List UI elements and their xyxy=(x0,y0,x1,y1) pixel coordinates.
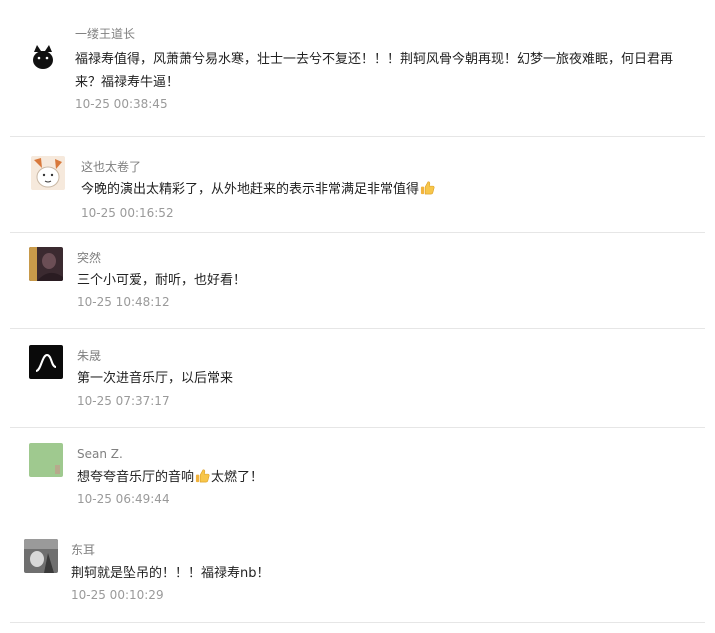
comment-time: 10-25 00:38:45 xyxy=(75,97,168,111)
comment-text-after: 太燃了！ xyxy=(211,470,264,485)
comment-username[interactable]: 突然 xyxy=(77,250,101,266)
comment-divider xyxy=(10,427,705,428)
comment-time: 10-25 06:49:44 xyxy=(77,492,170,506)
comment-username[interactable]: 东耳 xyxy=(71,542,95,558)
grey-photo-icon xyxy=(24,539,58,573)
user-avatar[interactable] xyxy=(31,156,65,190)
black-cat-icon xyxy=(26,40,60,74)
user-avatar[interactable] xyxy=(29,443,63,477)
user-avatar[interactable] xyxy=(29,345,63,379)
user-avatar[interactable] xyxy=(29,247,63,281)
thumbs-up-emoji xyxy=(420,181,435,195)
comment-content: 今晚的演出太精彩了，从外地赶来的表示非常满足非常值得 xyxy=(81,178,691,201)
comment-content: 第一次进音乐厅，以后常来 xyxy=(77,371,234,386)
comment-username[interactable]: 朱晟 xyxy=(77,348,101,364)
comment-time: 10-25 00:10:29 xyxy=(71,588,164,602)
comment-text: 今晚的演出太精彩了，从外地赶来的表示非常满足非常值得 xyxy=(81,182,420,197)
comment-content: 福禄寿值得，风萧萧兮易水寒，壮士一去兮不复还！！！荆轲风骨今朝再现！幻梦一旅夜难… xyxy=(75,52,674,90)
comment-username[interactable]: 这也太卷了 xyxy=(81,159,141,175)
comment-username[interactable]: 一缕王道长 xyxy=(75,26,135,42)
dark-portrait-icon xyxy=(29,247,63,281)
comment-divider xyxy=(10,622,705,623)
comment-content: 三个小可爱，耐听，也好看！ xyxy=(77,273,247,288)
user-avatar[interactable] xyxy=(26,40,60,74)
comment-username[interactable]: Sean Z. xyxy=(77,446,123,462)
comment-time: 10-25 10:48:12 xyxy=(77,295,170,309)
black-squiggle-icon xyxy=(29,345,63,379)
cartoon-dog-icon xyxy=(31,156,65,190)
comment-content: 荆轲就是坠吊的！！！福禄寿nb！ xyxy=(71,566,270,581)
user-avatar[interactable] xyxy=(24,539,58,573)
comment-time: 10-25 07:37:17 xyxy=(77,394,170,408)
green-tile-icon xyxy=(29,443,63,477)
comment-text: 想夸夸音乐厅的音响 xyxy=(77,470,195,485)
comment-time: 10-25 00:16:52 xyxy=(81,206,174,220)
comment-divider xyxy=(10,136,705,137)
comment-divider xyxy=(10,232,705,233)
comment-content: 想夸夸音乐厅的音响 太燃了！ xyxy=(77,466,677,489)
thumbs-up-emoji xyxy=(195,469,210,483)
comment-divider xyxy=(10,328,705,329)
